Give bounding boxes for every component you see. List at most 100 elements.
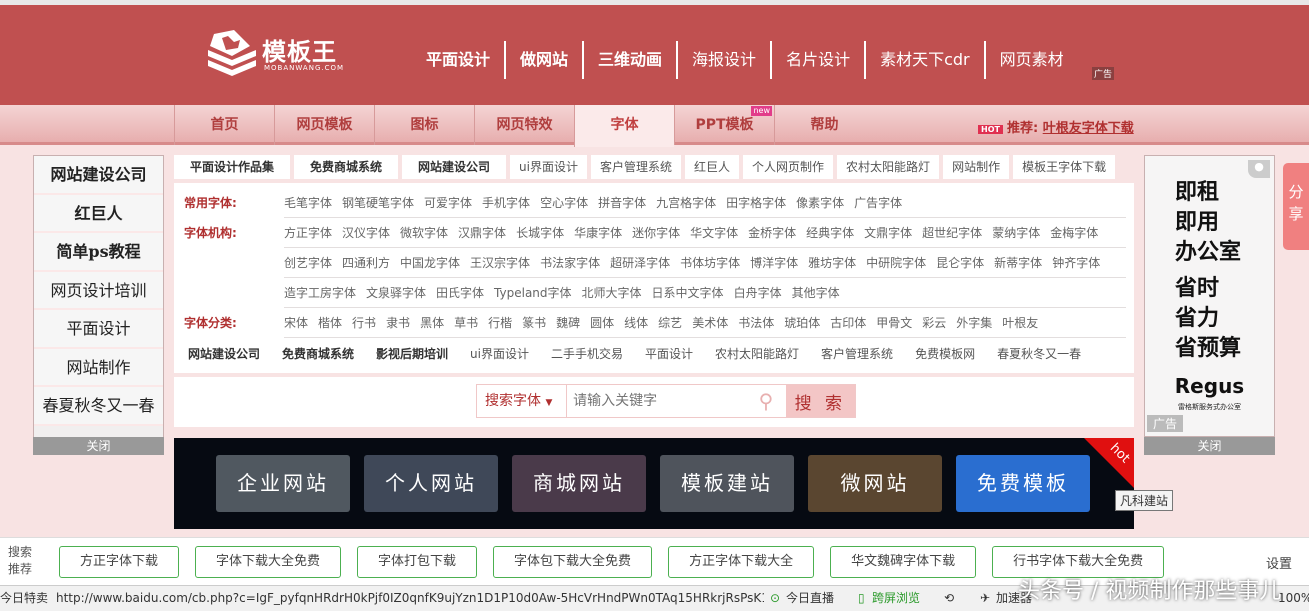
font-link[interactable]: 篆书 <box>522 308 546 337</box>
banner-tile[interactable]: 微网站 <box>808 455 942 512</box>
font-link[interactable]: 行楷 <box>488 308 512 337</box>
bottom-link[interactable]: 平面设计 <box>645 339 693 369</box>
nav-item[interactable]: 网页特效 <box>474 105 574 145</box>
font-link[interactable]: 广告字体 <box>854 188 902 217</box>
share-button[interactable]: 分享 <box>1283 163 1309 250</box>
font-link[interactable]: 蒙纳字体 <box>992 218 1040 247</box>
status-live[interactable]: 今日直播 <box>786 586 834 610</box>
font-link[interactable]: 宋体 <box>284 308 308 337</box>
left-ad-link[interactable]: 网站建设公司 <box>34 156 163 195</box>
banner-tile[interactable]: 个人网站 <box>364 455 498 512</box>
font-link[interactable]: 手机字体 <box>482 188 530 217</box>
font-link[interactable]: 钢笔硬笔字体 <box>342 188 414 217</box>
bottom-link[interactable]: ui界面设计 <box>470 339 529 369</box>
bottom-link[interactable]: 二手手机交易 <box>551 339 623 369</box>
font-link[interactable]: 迷你字体 <box>632 218 680 247</box>
top-link[interactable]: ui界面设计 <box>510 155 587 179</box>
font-link[interactable]: 经典字体 <box>806 218 854 247</box>
font-link[interactable]: 超研泽字体 <box>610 248 670 277</box>
left-ad-link[interactable]: 网站制作 <box>34 349 163 388</box>
recommend-tag[interactable]: 字体下载大全免费 <box>195 546 341 578</box>
font-link[interactable]: 空心字体 <box>540 188 588 217</box>
font-link[interactable]: 行书 <box>352 308 376 337</box>
left-ad-link[interactable]: 春夏秋冬又一春 <box>34 387 163 426</box>
left-ad-link[interactable]: 红巨人 <box>34 195 163 234</box>
font-link[interactable]: 书法家字体 <box>540 248 600 277</box>
font-link[interactable]: 九宫格字体 <box>656 188 716 217</box>
font-link[interactable]: 拼音字体 <box>598 188 646 217</box>
font-link[interactable]: 雅坊字体 <box>808 248 856 277</box>
recommend-tag[interactable]: 字体打包下载 <box>357 546 477 578</box>
font-link[interactable]: 金梅字体 <box>1050 218 1098 247</box>
font-link[interactable]: 昆仑字体 <box>936 248 984 277</box>
font-link[interactable]: 像素字体 <box>796 188 844 217</box>
font-link[interactable]: 书法体 <box>738 308 774 337</box>
banner-tile[interactable]: 商城网站 <box>512 455 646 512</box>
font-link[interactable]: 汉鼎字体 <box>458 218 506 247</box>
status-cross[interactable]: 跨屏浏览 <box>872 586 920 610</box>
bottom-link[interactable]: 网站建设公司 <box>188 339 260 369</box>
font-link[interactable]: 甲骨文 <box>876 308 912 337</box>
font-link[interactable]: 北师大字体 <box>582 278 642 307</box>
bottom-link[interactable]: 农村太阳能路灯 <box>715 339 799 369</box>
top-link[interactable]: 免费商城系统 <box>294 155 398 179</box>
nav-item[interactable]: 图标 <box>374 105 474 145</box>
banner-tile[interactable]: 模板建站 <box>660 455 794 512</box>
status-deals[interactable]: 今日特卖 <box>0 586 48 610</box>
font-link[interactable]: 黑体 <box>420 308 444 337</box>
recommend-tag[interactable]: 字体包下载大全免费 <box>493 546 652 578</box>
bottom-link[interactable]: 春夏秋冬又一春 <box>997 339 1081 369</box>
topnav-item[interactable]: 网页素材 <box>984 41 1078 79</box>
font-link[interactable]: 创艺字体 <box>284 248 332 277</box>
font-link[interactable]: 田氏字体 <box>436 278 484 307</box>
font-link[interactable]: 超世纪字体 <box>922 218 982 247</box>
top-link[interactable]: 模板王字体下载 <box>1013 155 1115 179</box>
topnav-item[interactable]: 做网站 <box>504 41 582 79</box>
nav-item[interactable]: 帮助 <box>774 105 874 145</box>
font-link[interactable]: 书体坊字体 <box>680 248 740 277</box>
nav-item[interactable]: 字体 <box>574 105 674 147</box>
topnav-item[interactable]: 海报设计 <box>676 41 770 79</box>
left-ad-link[interactable]: 简单ps教程 <box>34 233 163 272</box>
banner-tile[interactable]: 企业网站 <box>216 455 350 512</box>
bottom-link[interactable]: 客户管理系统 <box>821 339 893 369</box>
font-link[interactable]: 长城字体 <box>516 218 564 247</box>
font-link[interactable]: 隶书 <box>386 308 410 337</box>
topnav-item[interactable]: 平面设计 <box>412 41 504 79</box>
font-link[interactable]: 田字格字体 <box>726 188 786 217</box>
font-link[interactable]: 中研院字体 <box>866 248 926 277</box>
history-icon[interactable]: ⟲ <box>944 586 954 610</box>
font-link[interactable]: 综艺 <box>658 308 682 337</box>
font-link[interactable]: 金桥字体 <box>748 218 796 247</box>
font-link[interactable]: 叶根友 <box>1002 308 1038 337</box>
zoom-level[interactable]: 100% <box>1278 586 1309 610</box>
nav-item[interactable]: 网页模板 <box>274 105 374 145</box>
left-ad-link[interactable]: 网页设计培训 <box>34 272 163 311</box>
font-link[interactable]: 白舟字体 <box>734 278 782 307</box>
font-link[interactable]: 华康字体 <box>574 218 622 247</box>
left-ad-close-button[interactable]: 关闭 <box>33 437 164 455</box>
font-link[interactable]: 魏碑 <box>556 308 580 337</box>
recommend-tag[interactable]: 方正字体下载大全 <box>668 546 814 578</box>
site-logo[interactable]: 模板王 MOBANWANG.COM <box>204 30 344 80</box>
font-link[interactable]: 中国龙字体 <box>400 248 460 277</box>
font-link[interactable]: 其他字体 <box>792 278 840 307</box>
top-link[interactable]: 客户管理系统 <box>591 155 681 179</box>
font-link[interactable]: 楷体 <box>318 308 342 337</box>
font-link[interactable]: 博洋字体 <box>750 248 798 277</box>
search-button[interactable]: 搜 索 <box>786 385 855 417</box>
recommend-link[interactable]: 叶根友字体下载 <box>1043 121 1134 136</box>
font-link[interactable]: 草书 <box>454 308 478 337</box>
font-link[interactable]: 钟齐字体 <box>1052 248 1100 277</box>
font-link[interactable]: 毛笔字体 <box>284 188 332 217</box>
top-link[interactable]: 红巨人 <box>685 155 739 179</box>
font-link[interactable]: 文泉驿字体 <box>366 278 426 307</box>
font-link[interactable]: 方正字体 <box>284 218 332 247</box>
font-link[interactable]: 造字工房字体 <box>284 278 356 307</box>
font-link[interactable]: Typeland字体 <box>494 278 571 307</box>
nav-item[interactable]: PPT模板new <box>674 105 774 145</box>
recommend-tag[interactable]: 华文魏碑字体下载 <box>830 546 976 578</box>
right-ad-close-button[interactable]: 关闭 <box>1144 437 1275 455</box>
banner-tile[interactable]: 免费模板 <box>956 455 1090 512</box>
font-link[interactable]: 日系中文字体 <box>652 278 724 307</box>
